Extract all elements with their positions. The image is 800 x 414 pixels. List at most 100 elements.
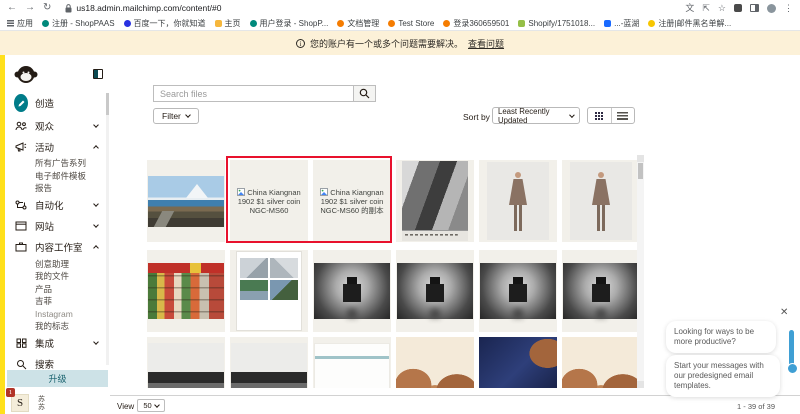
file-tile[interactable] xyxy=(396,250,474,332)
file-tile[interactable] xyxy=(147,160,225,242)
sidebar-item-creative-assistant[interactable]: 创意助理 xyxy=(5,258,104,271)
search-button[interactable] xyxy=(353,85,376,102)
sidebar-item-my-files[interactable]: 我的文件 xyxy=(5,270,104,283)
translate-icon[interactable]: 文 xyxy=(685,4,694,13)
bookmark-item[interactable]: 文档管理 xyxy=(337,18,379,29)
file-tile[interactable] xyxy=(396,337,474,388)
sidebar-item-all-campaigns[interactable]: 所有广告系列 xyxy=(5,157,104,170)
file-tile[interactable] xyxy=(147,337,225,388)
file-thumbnail-dark-band xyxy=(148,343,224,388)
file-tile[interactable] xyxy=(562,160,637,242)
reload-icon[interactable]: ↻ xyxy=(43,3,51,13)
scrollbar-thumb[interactable] xyxy=(638,163,643,179)
sidebar-item-create[interactable]: 创造 xyxy=(5,91,104,115)
bookmark-item[interactable]: 用户登录 - ShopP... xyxy=(250,18,329,29)
bookmark-item[interactable]: 注册 - ShopPAAS xyxy=(42,18,115,29)
file-tile[interactable] xyxy=(313,337,391,388)
list-view-button[interactable] xyxy=(611,108,635,123)
file-tile[interactable] xyxy=(479,250,557,332)
broken-image-alt-text: China Kiangnan 1902 $1 silver coin NGC-M… xyxy=(230,188,308,215)
file-tile[interactable] xyxy=(479,337,557,388)
scroll-down-arrow[interactable] xyxy=(637,381,644,388)
chevron-down-icon xyxy=(570,112,575,117)
website-icon xyxy=(15,221,27,231)
share-icon[interactable]: ⇱ xyxy=(702,4,710,13)
user-account[interactable]: 1 S 苏 苏 xyxy=(11,394,45,412)
avatar: 1 S xyxy=(11,394,29,412)
mailchimp-logo[interactable] xyxy=(14,64,38,85)
file-tile[interactable] xyxy=(230,337,308,388)
file-tile[interactable] xyxy=(313,250,391,332)
file-tile[interactable] xyxy=(230,250,308,332)
file-tile[interactable] xyxy=(562,250,637,332)
screen: ← → ↻ us18.admin.mailchimp.com/content/#… xyxy=(0,0,800,414)
omnibox[interactable]: us18.admin.mailchimp.com/content/#0 xyxy=(65,3,221,13)
sidebar-item-products[interactable]: 产品 xyxy=(5,283,104,296)
file-tile[interactable] xyxy=(396,160,474,242)
file-thumbnail-perfume xyxy=(480,263,556,319)
sidebar-item-reports[interactable]: 报告 xyxy=(5,182,104,195)
forward-icon[interactable]: → xyxy=(25,3,35,13)
sidebar-item-instagram[interactable]: Instagram xyxy=(5,308,104,321)
file-tile-broken[interactable]: China Kiangnan 1902 $1 silver coin NGC-M… xyxy=(313,160,391,242)
sort-dropdown[interactable]: Least Recently Updated xyxy=(492,107,580,124)
bookmark-item[interactable]: 注册|邮件黑名单解... xyxy=(648,18,731,29)
sidebar-item-audience[interactable]: 观众 xyxy=(5,115,104,136)
sidebar-item-email-templates[interactable]: 电子邮件模板 xyxy=(5,170,104,183)
search-input[interactable] xyxy=(153,85,353,102)
file-tile[interactable] xyxy=(147,250,225,332)
sidebar-collapse-icon[interactable] xyxy=(93,69,103,79)
file-tile-broken[interactable]: China Kiangnan 1902 $1 silver coin NGC-M… xyxy=(230,160,308,242)
side-panel-icon[interactable] xyxy=(750,4,759,12)
profile-icon[interactable] xyxy=(767,4,776,13)
bookmark-item[interactable]: ...-蓝湖 xyxy=(604,18,639,29)
grid-view-button[interactable] xyxy=(588,108,611,123)
chrome-actions: 文 ⇱ ☆ ⋮ xyxy=(685,4,793,13)
file-thumbnail-perfume xyxy=(397,263,473,319)
scroll-up-arrow[interactable] xyxy=(637,155,644,162)
bookmark-item[interactable]: 主页 xyxy=(215,18,241,29)
sidebar-item-giphy[interactable]: 吉菲 xyxy=(5,295,104,308)
bookmark-star-icon[interactable]: ☆ xyxy=(718,4,726,13)
page-size-dropdown[interactable]: 50 xyxy=(137,399,165,412)
grid-scrollbar[interactable] xyxy=(637,155,644,388)
broken-image-icon xyxy=(237,188,245,196)
filter-button[interactable]: Filter xyxy=(153,108,199,124)
sidebar-item-campaigns[interactable]: 活动 xyxy=(5,136,104,157)
popup-close-icon[interactable]: ✕ xyxy=(780,307,788,318)
extensions-icon[interactable] xyxy=(734,4,742,12)
bookmark-item[interactable]: 百度一下，你就知道 xyxy=(124,18,206,29)
bookmark-favicon xyxy=(604,20,611,27)
sidebar-item-integrations[interactable]: 集成 xyxy=(5,333,104,354)
chevron-down-icon xyxy=(154,402,160,408)
sidebar: 创造 观众 活动 所有广告系列 电子邮件模板 报告 自动化 xyxy=(5,55,110,414)
broken-image-alt-text: China Kiangnan 1902 $1 silver coin NGC-M… xyxy=(313,188,391,215)
file-tile[interactable] xyxy=(479,160,557,242)
sidebar-item-automations[interactable]: 自动化 xyxy=(5,195,104,216)
sidebar-scrollbar[interactable] xyxy=(106,93,109,365)
upgrade-button[interactable]: 升级 xyxy=(7,370,108,387)
chevron-down-icon xyxy=(93,339,99,345)
sidebar-item-my-logo[interactable]: 我的标志 xyxy=(5,320,104,333)
file-thumbnail-teal-line xyxy=(314,343,390,388)
file-thumbnail-perfume xyxy=(314,263,390,319)
back-icon[interactable]: ← xyxy=(7,3,17,13)
chevron-down-icon xyxy=(93,122,99,128)
info-icon: i xyxy=(296,39,305,48)
content-area: Filter Sort by Least Recently Updated Ch… xyxy=(110,55,800,414)
sidebar-item-website[interactable]: 网站 xyxy=(5,216,104,237)
sidebar-item-content-studio[interactable]: 内容工作室 xyxy=(5,237,104,258)
bookmark-item[interactable]: Shopify/1751018... xyxy=(518,19,595,28)
bookmark-item[interactable]: 登录360659501 xyxy=(443,18,509,29)
file-thumbnail-dark-band xyxy=(231,343,307,388)
bookmark-item[interactable]: Test Store xyxy=(388,19,434,28)
browser-chrome: ← → ↻ us18.admin.mailchimp.com/content/#… xyxy=(0,0,800,31)
banner-view-issues-link[interactable]: 查看问题 xyxy=(468,37,504,50)
file-tile[interactable] xyxy=(562,337,637,388)
automations-icon xyxy=(15,200,27,210)
bookmark-item[interactable]: 应用 xyxy=(7,18,33,29)
chevron-down-icon xyxy=(185,112,191,118)
menu-kebab-icon[interactable]: ⋮ xyxy=(784,4,793,13)
apps-list-icon xyxy=(7,20,14,27)
chevron-down-icon xyxy=(93,201,99,207)
